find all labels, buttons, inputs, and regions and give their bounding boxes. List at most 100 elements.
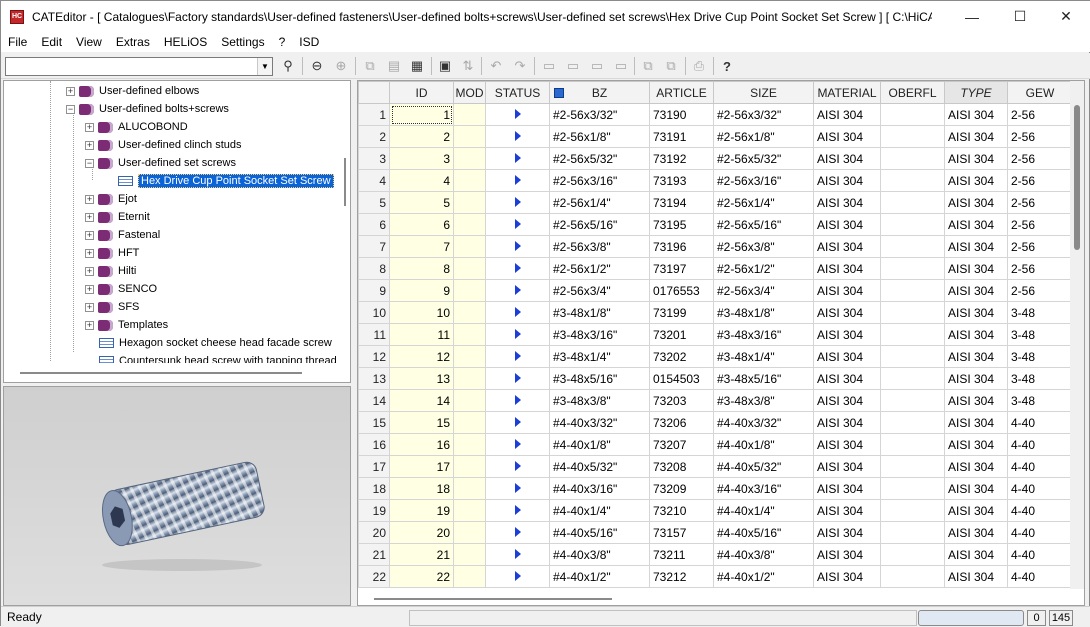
- tree-item[interactable]: − User-defined bolts+screws: [66, 100, 229, 118]
- cell-mod[interactable]: [453, 257, 486, 280]
- cell-oberfl[interactable]: [880, 367, 945, 390]
- cell-article[interactable]: 73191: [649, 125, 714, 148]
- cell-bz[interactable]: #4-40x3/32": [549, 411, 650, 434]
- cell-gew[interactable]: 4-40: [1007, 477, 1073, 500]
- cell-article[interactable]: 73196: [649, 235, 714, 258]
- cell-status[interactable]: [485, 169, 550, 192]
- tree-item[interactable]: + Fastenal: [85, 226, 160, 244]
- cell-type[interactable]: AISI 304: [944, 301, 1008, 324]
- cell-oberfl[interactable]: [880, 455, 945, 478]
- cell-size[interactable]: #4-40x1/2": [713, 565, 814, 588]
- play-arrow-icon[interactable]: [514, 262, 521, 273]
- cell-bz[interactable]: #4-40x3/16": [549, 477, 650, 500]
- cell-oberfl[interactable]: [880, 301, 945, 324]
- maximize-button[interactable]: ☐: [997, 1, 1043, 32]
- cell-mod[interactable]: [453, 389, 486, 412]
- table-row[interactable]: 16 16 #4-40x1/8" 73207 #4-40x1/8" AISI 304 AIS…: [358, 433, 1073, 456]
- cell-gew[interactable]: 2-56: [1007, 279, 1073, 302]
- cell-type[interactable]: AISI 304: [944, 103, 1008, 126]
- cell-bz[interactable]: #2-56x3/4": [549, 279, 650, 302]
- cell-type[interactable]: AISI 304: [944, 147, 1008, 170]
- cell-size[interactable]: #2-56x5/16": [713, 213, 814, 236]
- tree-item[interactable]: + SENCO: [85, 280, 157, 298]
- cell-status[interactable]: [485, 411, 550, 434]
- cell-size[interactable]: #4-40x3/16": [713, 477, 814, 500]
- sort-icon[interactable]: ⇅: [458, 56, 478, 76]
- cell-material[interactable]: AISI 304: [813, 103, 881, 126]
- table-vertical-scrollbar[interactable]: [1070, 81, 1084, 591]
- cell-mod[interactable]: [453, 147, 486, 170]
- cell-id[interactable]: 15: [389, 411, 454, 434]
- row-number[interactable]: 1: [358, 103, 390, 126]
- cell-oberfl[interactable]: [880, 147, 945, 170]
- expand-icon[interactable]: +: [85, 230, 94, 240]
- cell-size[interactable]: #2-56x3/4": [713, 279, 814, 302]
- cell-size[interactable]: #2-56x1/2": [713, 257, 814, 280]
- tree-item[interactable]: + Eternit: [85, 208, 150, 226]
- cell-mod[interactable]: [453, 433, 486, 456]
- cell-article[interactable]: 73193: [649, 169, 714, 192]
- cell-article[interactable]: 73157: [649, 521, 714, 544]
- cell-mod[interactable]: [453, 279, 486, 302]
- cell-bz[interactable]: #2-56x5/32": [549, 147, 650, 170]
- row-number[interactable]: 7: [358, 235, 390, 258]
- add-col-icon[interactable]: ▭: [563, 56, 583, 76]
- row-number[interactable]: 19: [358, 499, 390, 522]
- cell-mod[interactable]: [453, 367, 486, 390]
- cell-material[interactable]: AISI 304: [813, 191, 881, 214]
- cell-mod[interactable]: [453, 213, 486, 236]
- cell-status[interactable]: [485, 455, 550, 478]
- binoculars-icon[interactable]: ⚲: [278, 56, 298, 76]
- play-arrow-icon[interactable]: [514, 372, 521, 383]
- cell-mod[interactable]: [453, 455, 486, 478]
- cell-type[interactable]: AISI 304: [944, 345, 1008, 368]
- cell-type[interactable]: AISI 304: [944, 543, 1008, 566]
- row-number[interactable]: 2: [358, 125, 390, 148]
- cell-article[interactable]: 73209: [649, 477, 714, 500]
- expand-icon[interactable]: +: [66, 86, 75, 96]
- menu-view[interactable]: View: [69, 32, 109, 52]
- cell-id[interactable]: 10: [389, 301, 454, 324]
- cell-material[interactable]: AISI 304: [813, 543, 881, 566]
- cell-oberfl[interactable]: [880, 389, 945, 412]
- cell-size[interactable]: #2-56x3/32": [713, 103, 814, 126]
- add-row-icon[interactable]: ▭: [539, 56, 559, 76]
- cell-material[interactable]: AISI 304: [813, 433, 881, 456]
- table-row[interactable]: 2 2 #2-56x1/8" 73191 #2-56x1/8" AISI 304 AISI …: [358, 125, 1073, 148]
- column-header-type[interactable]: TYPE: [944, 81, 1008, 104]
- play-arrow-icon[interactable]: [514, 394, 521, 405]
- cell-oberfl[interactable]: [880, 411, 945, 434]
- cell-oberfl[interactable]: [880, 279, 945, 302]
- expand-icon[interactable]: +: [85, 122, 94, 132]
- table-row[interactable]: 3 3 #2-56x5/32" 73192 #2-56x5/32" AISI 304 AIS…: [358, 147, 1073, 170]
- expand-icon[interactable]: +: [85, 284, 94, 294]
- cell-material[interactable]: AISI 304: [813, 411, 881, 434]
- scroll-thumb[interactable]: [20, 372, 302, 374]
- cell-gew[interactable]: 2-56: [1007, 125, 1073, 148]
- cell-gew[interactable]: 2-56: [1007, 147, 1073, 170]
- row-number[interactable]: 11: [358, 323, 390, 346]
- cell-gew[interactable]: 2-56: [1007, 103, 1073, 126]
- cell-status[interactable]: [485, 191, 550, 214]
- play-arrow-icon[interactable]: [514, 350, 521, 361]
- table-row[interactable]: 11 11 #3-48x3/16" 73201 #3-48x3/16" AISI 304 A…: [358, 323, 1073, 346]
- paste-icon[interactable]: ▤: [384, 56, 404, 76]
- cell-article[interactable]: 73197: [649, 257, 714, 280]
- cell-size[interactable]: #4-40x1/8": [713, 433, 814, 456]
- menu-help[interactable]: ?: [272, 32, 293, 52]
- cell-bz[interactable]: #4-40x5/16": [549, 521, 650, 544]
- cell-mod[interactable]: [453, 191, 486, 214]
- tree-item[interactable]: + Templates: [85, 316, 168, 334]
- cell-oberfl[interactable]: [880, 103, 945, 126]
- cell-oberfl[interactable]: [880, 257, 945, 280]
- cell-mod[interactable]: [453, 411, 486, 434]
- cell-status[interactable]: [485, 279, 550, 302]
- cell-bz[interactable]: #4-40x1/4": [549, 499, 650, 522]
- cell-material[interactable]: AISI 304: [813, 125, 881, 148]
- cell-id[interactable]: 2: [389, 125, 454, 148]
- cell-size[interactable]: #2-56x5/32": [713, 147, 814, 170]
- catalogue-table[interactable]: ID MOD STATUS BZ ARTICLE SIZE MATERIAL O…: [357, 80, 1085, 606]
- table-row[interactable]: 1 1 #2-56x3/32" 73190 #2-56x3/32" AISI 304 AIS…: [358, 103, 1073, 126]
- tree-item[interactable]: Hexagon socket cheese head facade screw: [99, 334, 332, 352]
- table-horizontal-scrollbar[interactable]: [358, 589, 1084, 605]
